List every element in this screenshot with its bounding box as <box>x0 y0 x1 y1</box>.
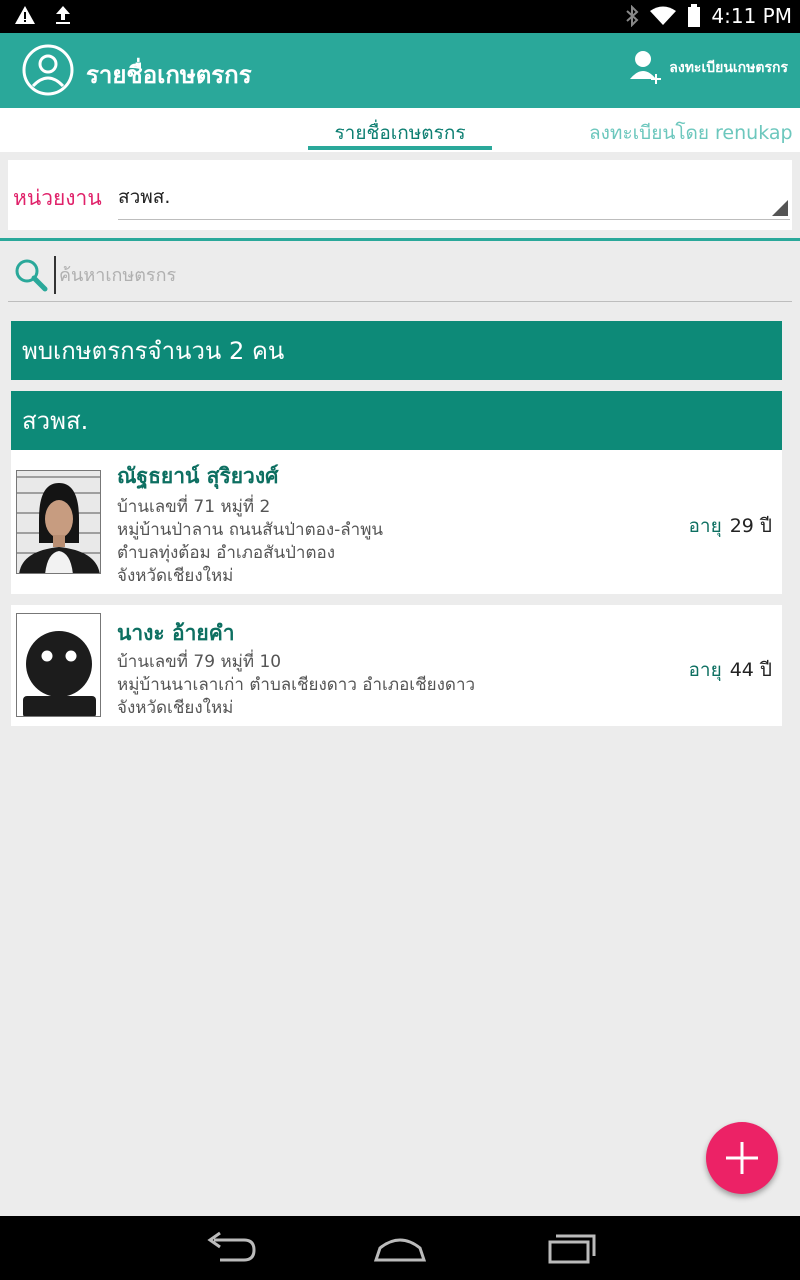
upload-icon <box>56 6 70 24</box>
warning-icon <box>15 6 35 24</box>
farmer-name: ณัฐธยาน์ สุริยวงศ์ <box>117 464 279 488</box>
farmer-list-item[interactable]: ณัฐธยาน์ สุริยวงศ์ บ้านเลขที่ 71 หมู่ที่… <box>11 450 782 594</box>
placeholder-avatar-icon <box>17 614 100 716</box>
dropdown-arrow-icon <box>772 200 788 216</box>
age-value: 44 ปี <box>729 659 772 681</box>
search-bar <box>8 250 792 302</box>
unit-dropdown[interactable]: สวพส. <box>118 160 790 220</box>
register-farmer-button[interactable]: ลงทะเบียนเกษตรกร <box>629 49 788 87</box>
address-line: ตำบลทุ่งต้อม อำเภอสันป่าตอง <box>117 543 336 563</box>
address-line: หมู่บ้านนาเลาเก่า ตำบลเชียงดาว อำเภอเชีย… <box>117 675 476 695</box>
system-nav-bar <box>0 1216 800 1280</box>
age-value: 29 ปี <box>729 515 772 537</box>
tab-farmer-list[interactable]: รายชื่อเกษตรกร <box>308 118 492 148</box>
farmer-address: บ้านเลขที่ 71 หมู่ที่ 2 หมู่บ้านป่าลาน ถ… <box>117 496 383 588</box>
address-line: หมู่บ้านป่าลาน ถนนสันป่าตอง-ลำพูน <box>117 520 384 540</box>
age-label: อายุ <box>688 515 722 537</box>
search-icon <box>15 259 48 292</box>
add-user-icon <box>630 51 662 84</box>
register-farmer-label: ลงทะเบียนเกษตรกร <box>669 60 788 76</box>
wifi-icon <box>650 6 677 25</box>
unit-value: สวพส. <box>118 186 171 208</box>
farmer-photo <box>16 470 101 574</box>
address-line: จังหวัดเชียงใหม่ <box>117 698 234 718</box>
tab-indicator <box>308 146 492 150</box>
farmer-photo <box>16 613 101 717</box>
address-line: บ้านเลขที่ 71 หมู่ที่ 2 <box>117 497 271 517</box>
farmer-age: อายุ 29 ปี <box>689 511 773 541</box>
bluetooth-icon <box>626 5 639 27</box>
home-icon[interactable] <box>370 1230 430 1266</box>
plus-icon <box>726 1142 758 1174</box>
recent-apps-icon[interactable] <box>542 1230 602 1266</box>
farmer-age: อายุ 44 ปี <box>689 655 773 685</box>
battery-icon <box>688 4 701 27</box>
search-input[interactable] <box>54 256 774 294</box>
age-label: อายุ <box>688 659 722 681</box>
clock-time: 4:11 PM <box>711 4 792 28</box>
address-line: บ้านเลขที่ 79 หมู่ที่ 10 <box>117 652 282 672</box>
result-count-header: พบเกษตรกรจำนวน 2 คน <box>11 321 782 380</box>
tab-bar: รายชื่อเกษตรกร ลงทะเบียนโดย renukap <box>0 108 800 152</box>
account-circle-icon[interactable] <box>22 44 74 96</box>
tab-registered-by[interactable]: ลงทะเบียนโดย renukap <box>589 118 793 148</box>
mugshot-photo <box>17 471 100 573</box>
app-bar: รายชื่อเกษตรกร ลงทะเบียนเกษตรกร <box>0 33 800 108</box>
add-farmer-fab[interactable] <box>706 1122 778 1194</box>
farmer-name: นางะ อ้ายคำ <box>117 621 235 645</box>
back-icon[interactable] <box>200 1230 260 1266</box>
farmer-list-item[interactable]: นางะ อ้ายคำ บ้านเลขที่ 79 หมู่ที่ 10 หมู… <box>11 605 782 726</box>
divider <box>0 238 800 241</box>
group-header: สวพส. <box>11 391 782 450</box>
farmer-address: บ้านเลขที่ 79 หมู่ที่ 10 หมู่บ้านนาเลาเก… <box>117 651 475 720</box>
unit-label: หน่วยงาน <box>13 186 102 210</box>
unit-card: หน่วยงาน สวพส. <box>8 160 792 230</box>
status-bar: 4:11 PM <box>0 0 800 33</box>
address-line: จังหวัดเชียงใหม่ <box>117 566 234 586</box>
app-title: รายชื่อเกษตรกร <box>86 61 252 89</box>
